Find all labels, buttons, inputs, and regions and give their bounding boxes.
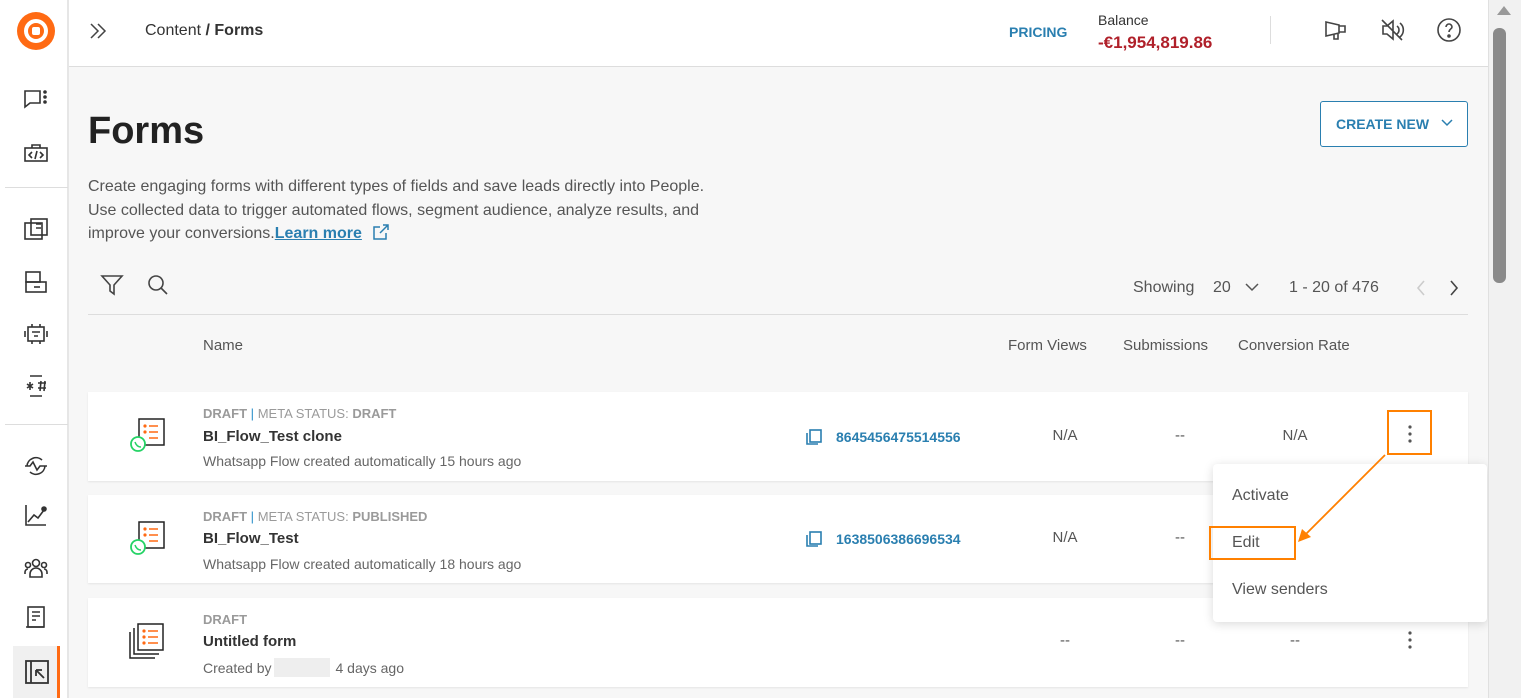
redacted-user xyxy=(274,658,331,677)
pagination-range: 1 - 20 of 476 xyxy=(1289,279,1379,296)
logo[interactable] xyxy=(17,12,55,50)
form-subtitle: Created by 4 days ago xyxy=(203,658,404,677)
form-views-value: -- xyxy=(1060,632,1070,649)
copy-icon[interactable] xyxy=(805,428,823,446)
search-icon[interactable] xyxy=(146,273,170,297)
next-page-icon[interactable] xyxy=(1448,279,1460,297)
people-icon[interactable] xyxy=(22,554,50,582)
divider xyxy=(88,314,1468,315)
chevron-down-icon xyxy=(1245,282,1259,292)
form-stack-icon xyxy=(124,621,168,663)
code-icon[interactable] xyxy=(22,140,50,168)
form-id: 8645456475514556 xyxy=(836,429,961,445)
form-name[interactable]: Untitled form xyxy=(203,633,296,650)
breadcrumb: Content / Forms xyxy=(145,22,263,40)
scroll-up-icon[interactable] xyxy=(1497,6,1511,15)
balance-value: -€1,954,819.86 xyxy=(1098,33,1213,52)
showing-label: Showing xyxy=(1133,279,1195,296)
pricing-link[interactable]: PRICING xyxy=(1009,24,1067,40)
megaphone-icon[interactable] xyxy=(1323,17,1349,43)
conversion-rate-value: N/A xyxy=(1282,427,1308,444)
conversion-rate-value: -- xyxy=(1290,632,1300,649)
chevron-down-icon xyxy=(1441,118,1453,128)
kebab-menu-icon xyxy=(1408,425,1412,443)
automation-icon[interactable] xyxy=(22,452,50,480)
whatsapp-form-icon xyxy=(128,519,168,559)
balance-label: Balance xyxy=(1098,12,1149,28)
column-header-form-views[interactable]: Form Views xyxy=(1008,337,1087,354)
form-views-value: N/A xyxy=(1052,529,1078,546)
submissions-value: -- xyxy=(1175,427,1185,444)
column-header-name[interactable]: Name xyxy=(203,337,243,354)
sound-muted-icon[interactable] xyxy=(1379,17,1405,43)
form-subtitle: Whatsapp Flow created automatically 18 h… xyxy=(203,556,522,572)
description-line: improve your conversions. xyxy=(88,225,275,242)
menu-item-view-senders[interactable]: View senders xyxy=(1232,581,1328,599)
annotation-arrow xyxy=(1298,454,1386,542)
help-icon[interactable] xyxy=(1436,17,1462,43)
chat-icon[interactable] xyxy=(22,86,50,114)
status-badge: DRAFT xyxy=(203,612,248,627)
kebab-menu-icon[interactable] xyxy=(1408,631,1412,649)
sidebar-item-forms[interactable] xyxy=(13,646,60,698)
form-subtitle: Whatsapp Flow created automatically 15 h… xyxy=(203,453,522,469)
forms-icon xyxy=(23,658,51,686)
top-header: Content / Forms PRICING Balance -€1,954,… xyxy=(69,0,1488,67)
whatsapp-form-icon xyxy=(128,416,168,456)
form-id: 1638506386696534 xyxy=(836,531,961,547)
learn-more-link[interactable]: Learn more xyxy=(275,225,362,242)
bot-icon[interactable] xyxy=(22,320,50,348)
inbox-icon[interactable] xyxy=(22,268,50,296)
page-size-value: 20 xyxy=(1213,279,1231,296)
column-header-submissions[interactable]: Submissions xyxy=(1123,337,1208,354)
form-views-value: N/A xyxy=(1052,427,1078,444)
scrollbar-thumb[interactable] xyxy=(1493,28,1506,283)
breadcrumb-separator: / xyxy=(201,22,215,39)
copy-icon[interactable] xyxy=(805,530,823,548)
create-new-button[interactable]: CREATE NEW xyxy=(1320,101,1468,147)
page-title: Forms xyxy=(88,110,205,152)
edit-highlight-box xyxy=(1209,526,1296,560)
menu-item-activate[interactable]: Activate xyxy=(1232,487,1289,505)
description-line: Create engaging forms with different typ… xyxy=(88,178,705,195)
analytics-icon[interactable] xyxy=(22,502,50,530)
description-line: Use collected data to trigger automated … xyxy=(88,201,700,219)
form-name[interactable]: BI_Flow_Test clone xyxy=(203,428,342,445)
keywords-icon[interactable] xyxy=(22,372,50,400)
external-link-icon[interactable] xyxy=(372,223,390,241)
status-badge: DRAFT | META STATUS: PUBLISHED xyxy=(203,509,428,524)
page-size-select[interactable]: 20 xyxy=(1213,279,1259,297)
submissions-value: -- xyxy=(1175,632,1185,649)
expand-sidebar-icon[interactable] xyxy=(87,20,109,42)
templates-icon[interactable] xyxy=(22,216,50,244)
column-header-conversion-rate[interactable]: Conversion Rate xyxy=(1238,337,1350,354)
breadcrumb-forms: Forms xyxy=(214,22,264,39)
breadcrumb-content[interactable]: Content xyxy=(145,22,201,39)
status-badge: DRAFT | META STATUS: DRAFT xyxy=(203,406,397,421)
row-actions-button[interactable] xyxy=(1387,410,1432,455)
scrollbar[interactable] xyxy=(1488,0,1521,698)
filter-icon[interactable] xyxy=(100,273,124,297)
prev-page-icon[interactable] xyxy=(1415,279,1427,297)
create-new-label: CREATE NEW xyxy=(1336,116,1430,132)
form-name[interactable]: BI_Flow_Test xyxy=(203,530,299,547)
header-divider xyxy=(1270,16,1271,44)
content-icon[interactable] xyxy=(22,604,50,632)
page-description: Create engaging forms with different typ… xyxy=(88,175,704,246)
sidebar xyxy=(0,0,69,698)
